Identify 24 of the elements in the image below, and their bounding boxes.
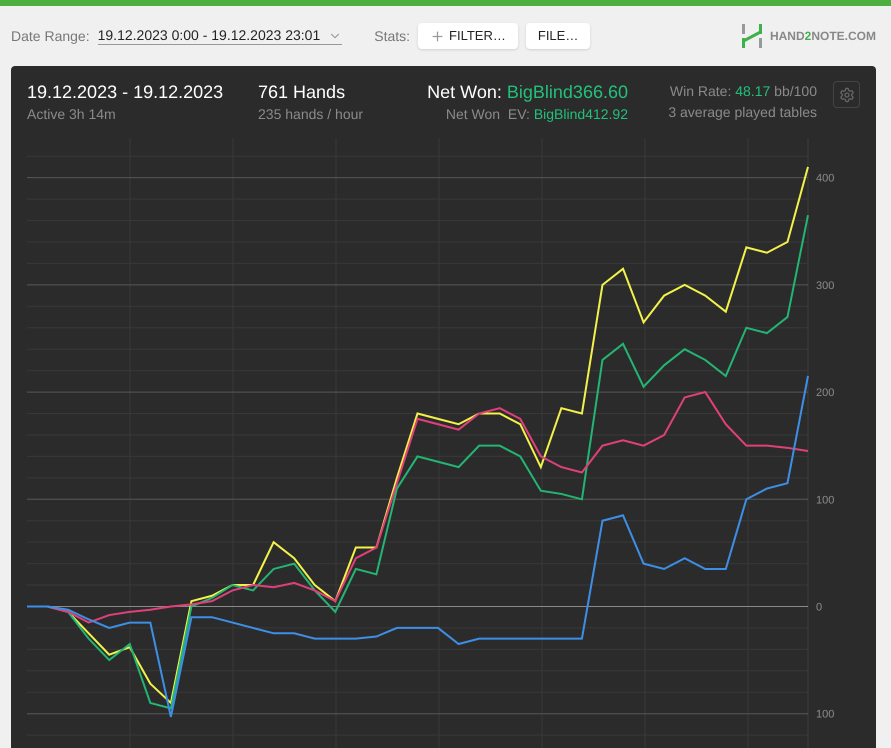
hands-rate: 235 hands / hour [258,105,364,124]
win-rate: Win Rate: 48.17 bb/100 [670,82,817,101]
logo-icon [742,24,762,48]
settings-button[interactable] [833,81,860,108]
axis-tick-label: 100 [816,708,834,721]
filter-button[interactable]: FILTER… [418,23,518,49]
net-won-ev: Net Won EV: BigBlind412.92 [446,105,628,124]
stats-label: Stats: [374,26,410,46]
session-dates: 19.12.2023 - 19.12.2023 [27,81,224,104]
date-range-label: Date Range: [11,26,90,46]
axis-tick-label: 300 [816,280,834,292]
hands-count: 761 Hands [258,81,346,104]
file-button[interactable]: FILE… [526,23,590,49]
axis-tick-label: 0 [816,602,822,614]
tables-average: 3 average played tables [668,103,817,122]
settings-icon [838,86,854,102]
plus-icon [430,28,446,44]
axis-tick-label: 100 [816,494,834,506]
active-time: Active 3h 14m [27,105,117,124]
logo-text: HAND2NOTE.COM [770,28,876,45]
axis-tick-label: 200 [816,387,834,400]
net-won: Net Won: BigBlind366.60 [427,81,628,104]
axis-tick-label: 400 [816,172,834,185]
date-range-dropdown[interactable]: 19.12.2023 0:00 - 19.12.2023 23:01 [98,26,342,46]
